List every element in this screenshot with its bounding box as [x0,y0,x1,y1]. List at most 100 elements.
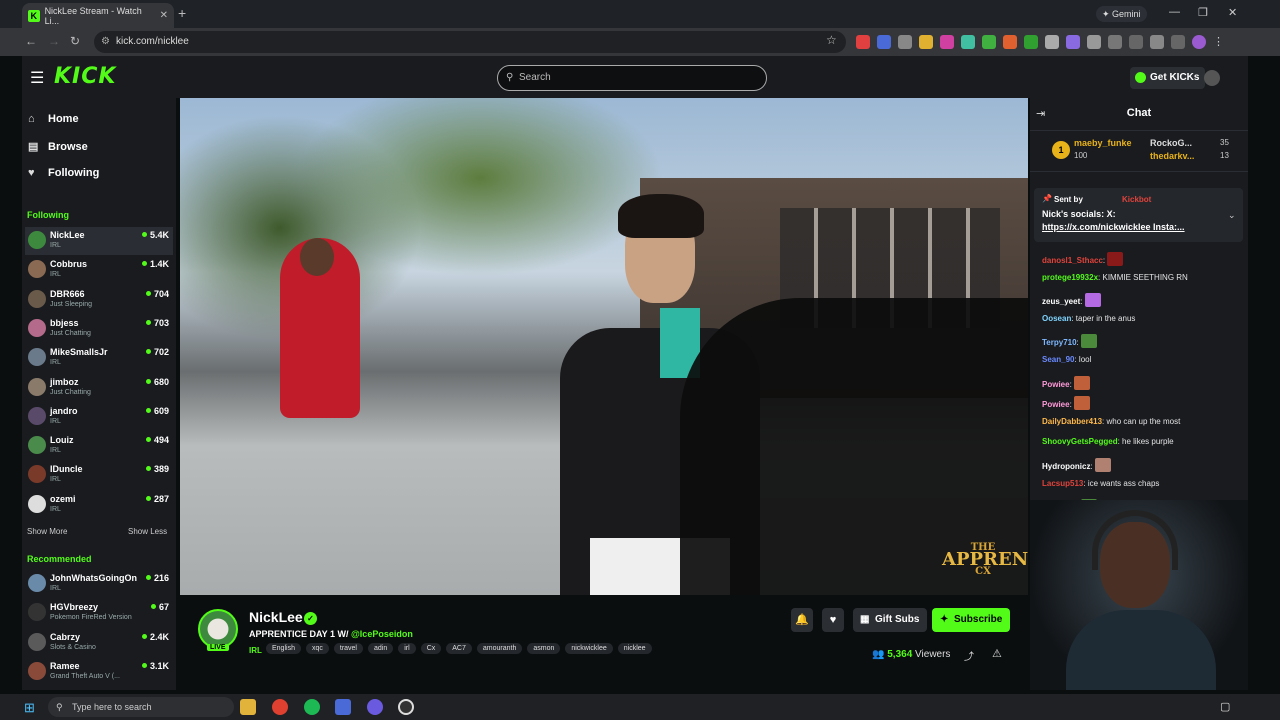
extension-icon[interactable] [856,35,870,49]
stream-tag[interactable]: asmon [527,643,561,654]
browser-tab[interactable]: K NickLee Stream - Watch Li... ✕ [22,3,174,28]
forward-arrow-icon[interactable]: → [48,34,60,48]
sidebar-channel[interactable]: Cobbrus IRL 1.4K [25,256,173,284]
sidebar-channel[interactable]: Louiz IRL 494 [25,432,173,460]
stream-tag[interactable]: AC7 [446,643,472,654]
sidebar-channel[interactable]: IDuncle IRL 389 [25,461,173,489]
sidebar-channel[interactable]: ozemi IRL 287 [25,491,173,519]
close-tab-icon[interactable]: ✕ [160,10,168,21]
sidebar-channel[interactable]: Ramee Grand Theft Auto V (... 3.1K [25,658,173,686]
chat-username[interactable]: danosl1_Sthacc [1042,256,1103,265]
sidebar-channel[interactable]: bbjess Just Chatting 703 [25,315,173,343]
chat-username[interactable]: Lacsup513 [1042,479,1083,488]
menu-icon[interactable]: ☰ [30,68,44,88]
stream-category[interactable]: IRL [249,646,262,655]
leader-name[interactable]: maeby_funke [1074,138,1132,148]
stream-tag[interactable]: English [266,643,301,654]
chat-message[interactable]: protege19932x: KIMMIE SEETHING RN [1042,273,1188,282]
sidebar-channel[interactable]: HGVbreezy Pokemon FireRed Version 67 [25,599,173,627]
chat-username[interactable]: protege19932x [1042,273,1098,282]
chat-username[interactable]: Terpy710 [1042,338,1077,347]
stream-tag[interactable]: xqc [305,643,329,654]
stream-tag[interactable]: travel [333,643,363,654]
leader-name[interactable]: thedarkv... [1150,151,1194,161]
chrome-icon[interactable] [272,699,288,715]
browser-menu-icon[interactable]: ⋮ [1213,35,1224,49]
extension-icon[interactable] [1066,35,1080,49]
spotify-icon[interactable] [304,699,320,715]
report-icon[interactable]: ⚠ [992,647,1002,660]
address-bar[interactable]: ⚙ kick.com/nicklee [94,31,846,53]
chat-message[interactable]: zeus_yeet: [1042,293,1101,308]
minimize-button[interactable]: — [1169,6,1180,18]
stream-tag[interactable]: nickwicklee [565,643,613,654]
user-avatar[interactable] [1204,70,1220,86]
chat-message[interactable]: Terpy710: [1042,334,1097,349]
follow-heart-button[interactable]: ♥ [822,608,844,632]
leader-name[interactable]: RockoG... [1150,138,1192,148]
streamer-avatar[interactable] [198,609,238,649]
chat-username[interactable]: Powiee [1042,380,1070,389]
stream-title-mention[interactable]: @IcePoseidon [351,629,413,639]
sidebar-channel[interactable]: DBR666 Just Sleeping 704 [25,286,173,314]
streamer-name[interactable]: NickLee [249,609,303,625]
sidebar-channel[interactable]: jandro IRL 609 [25,403,173,431]
sidebar-item-following[interactable]: ♥ Following [28,167,99,179]
chat-message[interactable]: danosl1_Sthacc: [1042,252,1124,266]
stream-tag[interactable]: Cx [420,643,442,654]
discord-icon[interactable] [367,699,383,715]
sidebar-channel[interactable]: MikeSmallsJr IRL 702 [25,344,173,372]
video-player[interactable]: THE APPRENTICE CX [180,98,1028,595]
show-less-link[interactable]: Show Less [128,527,167,536]
sidebar-item-browse[interactable]: ▤ Browse [28,140,88,153]
gift-subs-button[interactable]: ▦ Gift Subs [853,608,928,632]
chat-message[interactable]: Oosean: taper in the anus [1042,314,1135,323]
chevron-down-icon[interactable]: ⌄ [1228,210,1236,221]
extensions-puzzle-icon[interactable] [1108,35,1122,49]
chat-username[interactable]: ShoovyGetsPegged [1042,437,1118,446]
notification-bell-button[interactable]: 🔔 [791,608,813,632]
chat-message[interactable]: ShoovyGetsPegged: he likes purple [1042,437,1174,446]
extension-icon[interactable] [1129,35,1143,49]
sidebar-channel[interactable]: jimboz Just Chatting 680 [25,374,173,402]
extension-icon[interactable] [898,35,912,49]
chat-username[interactable]: DailyDabber413 [1042,417,1102,426]
stream-tag[interactable]: amouranth [476,643,523,654]
chat-username[interactable]: Powiee [1042,400,1070,409]
kick-logo[interactable]: KICK [54,64,116,89]
maximize-button[interactable]: ❐ [1198,6,1208,19]
pinned-link[interactable]: https://x.com/nickwicklee Insta:... [1042,222,1185,232]
subscribe-button[interactable]: ✦ Subscribe [932,608,1011,632]
extension-icon[interactable] [1150,35,1164,49]
reload-icon[interactable]: ↻ [70,34,80,48]
chat-message[interactable]: Hydroponicz: [1042,458,1111,472]
back-arrow-icon[interactable]: ← [25,34,37,48]
extension-icon[interactable] [919,35,933,49]
extension-icon[interactable] [1024,35,1038,49]
chat-message[interactable]: Powiee: [1042,396,1091,411]
bookmark-star-icon[interactable]: ☆ [826,33,837,47]
stream-tag[interactable]: irl [398,643,416,654]
sidebar-channel[interactable]: Cabrzy Slots & Casino 2.4K [25,629,173,657]
obs-icon[interactable] [398,699,414,715]
extension-icon[interactable] [1045,35,1059,49]
chat-username[interactable]: Sean_90 [1042,355,1074,364]
stream-tag[interactable]: adin [368,643,394,654]
share-icon[interactable]: ⤴ [964,648,974,663]
extension-icon[interactable] [961,35,975,49]
extension-icon[interactable] [877,35,891,49]
search-input[interactable]: ⚲ Search [497,65,767,91]
pinned-message[interactable]: 📌 Sent by Kickbot Nick's socials: X: htt… [1034,188,1243,242]
chat-message[interactable]: Powiee: [1042,375,1091,390]
sidebar-channel[interactable]: JohnWhatsGoingOn IRL 216 [25,570,173,598]
chat-message[interactable]: Lacsup513: ice wants ass chaps [1042,479,1159,488]
chat-message[interactable]: Sean_90: lool [1042,355,1091,364]
notification-icon[interactable]: ▢ [1220,700,1230,713]
extension-icon[interactable] [1171,35,1185,49]
get-kicks-button[interactable]: Get KICKs [1130,67,1206,89]
file-explorer-icon[interactable] [240,699,256,715]
chat-username[interactable]: zeus_yeet [1042,297,1080,306]
show-more-link[interactable]: Show More [27,527,67,536]
chat-username[interactable]: Oosean [1042,314,1071,323]
extension-icon[interactable] [940,35,954,49]
